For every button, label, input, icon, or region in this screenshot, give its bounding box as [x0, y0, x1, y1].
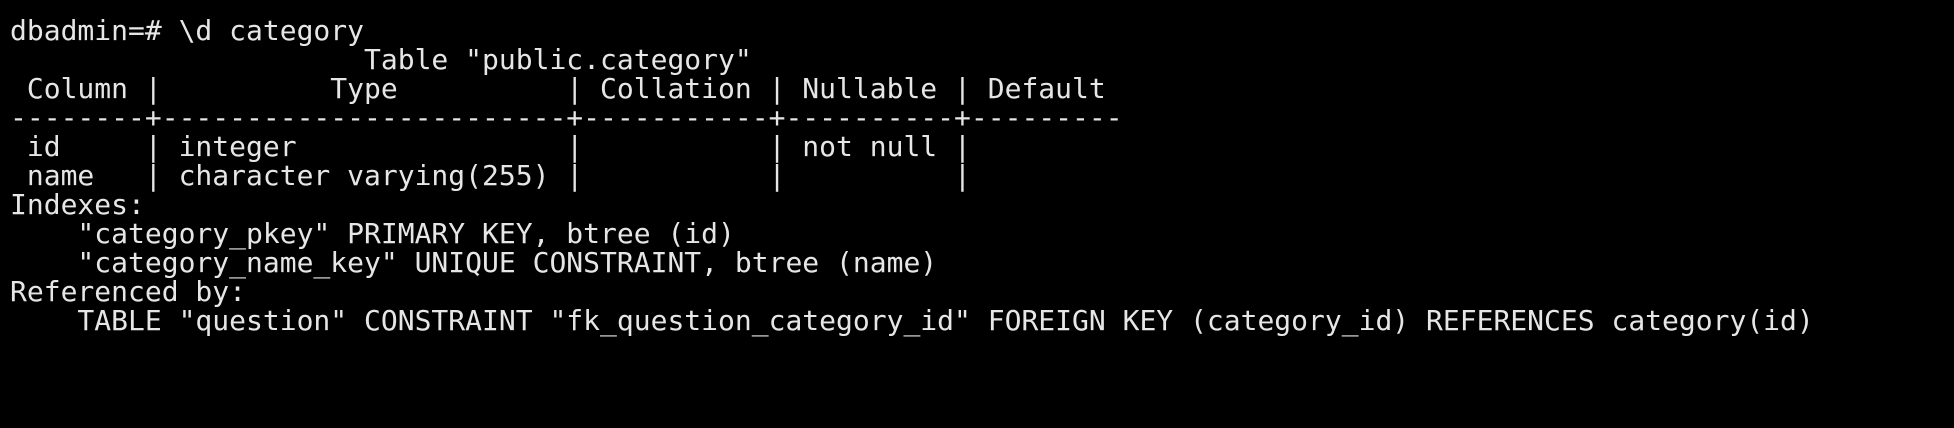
- index-entry: "category_name_key" UNIQUE CONSTRAINT, b…: [10, 246, 938, 279]
- command-prompt-line: dbadmin=# \d category: [10, 14, 365, 47]
- referenced-by-label: Referenced by:: [10, 275, 247, 308]
- table-header-row: Column | Type | Collation | Nullable | D…: [10, 72, 1106, 105]
- table-row: id | integer | | not null |: [10, 130, 971, 163]
- index-entry: "category_pkey" PRIMARY KEY, btree (id): [10, 217, 735, 250]
- table-row: name | character varying(255) | | |: [10, 159, 971, 192]
- terminal-window[interactable]: dbadmin=# \d category Table "public.cate…: [0, 0, 1954, 428]
- table-separator: --------+------------------------+------…: [10, 101, 1123, 134]
- reference-entry: TABLE "question" CONSTRAINT "fk_question…: [10, 304, 1814, 337]
- indexes-label: Indexes:: [10, 188, 145, 221]
- table-title: Table "public.category": [10, 43, 752, 76]
